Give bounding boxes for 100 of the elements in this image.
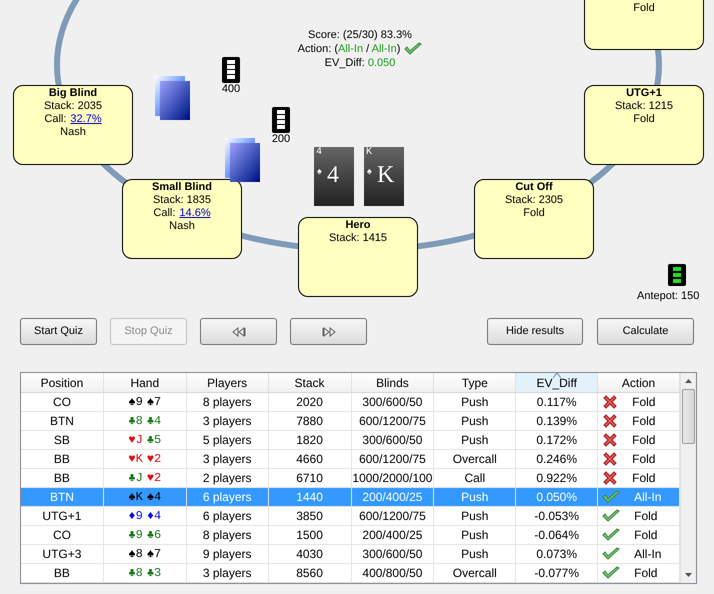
table-cell: 0.139% (516, 412, 598, 431)
card-rank: K (377, 161, 394, 189)
table-cell: 6 players (186, 488, 269, 507)
table-cell: BTN (21, 488, 104, 507)
seat-name: UTG+1 (626, 87, 662, 100)
scroll-thumb[interactable] (682, 389, 695, 444)
table-cell: 8 players (186, 526, 269, 545)
scroll-up-icon[interactable] (685, 379, 692, 383)
seat-name: Hero (345, 219, 371, 232)
fast-forward-icon (322, 326, 336, 336)
table-cell: 300/600/50 (352, 545, 434, 564)
action-text: Fold (634, 527, 658, 544)
action-text: Fold (632, 394, 656, 411)
table-cell: 4030 (268, 545, 352, 564)
table-cell: 0.172% (516, 431, 598, 450)
action-button[interactable]: Calculate (597, 318, 694, 345)
table-row[interactable]: CO ♣9 ♣6 8 players 1500 200/400/25 Push -0.064% Fold (21, 526, 680, 545)
cross-icon (602, 413, 618, 429)
column-header[interactable]: Position (21, 373, 104, 392)
forward-button[interactable] (290, 318, 367, 345)
table-cell: 6 players (186, 507, 269, 526)
table-cell: 600/1200/75 (352, 450, 434, 469)
table-cell: 3 players (186, 450, 269, 469)
table-row[interactable]: BTN ♣8 ♣4 3 players 7880 600/1200/75 Push 0.139% Fold (21, 412, 680, 431)
table-cell: 600/1200/75 (352, 507, 434, 526)
column-header[interactable]: Players (186, 373, 269, 392)
table-cell: 0.073% (516, 545, 598, 564)
scrollbar[interactable] (680, 373, 696, 583)
table-cell: 0.246% (516, 450, 598, 469)
seat-action: Fold (633, 2, 655, 15)
hand-cell: ♥K ♥2 (104, 450, 187, 469)
action-text: Fold (634, 508, 658, 525)
scroll-down-icon[interactable] (685, 573, 692, 577)
table-cell: 3850 (268, 507, 352, 526)
column-header[interactable]: Stack (268, 373, 352, 392)
table-cell: 400/800/50 (352, 564, 434, 583)
table-row[interactable]: BB ♣8 ♣3 3 players 8560 400/800/50 Overcall -0.077% Fold (21, 564, 680, 583)
table-cell: 8 players (186, 393, 269, 412)
table-cell: 5 players (186, 431, 269, 450)
column-header[interactable]: EV_Diff (516, 373, 598, 392)
table-cell: 200/400/25 (352, 526, 434, 545)
bet-amount: 200 (272, 133, 290, 145)
table-cell: 9 players (186, 545, 269, 564)
table-row[interactable]: CO ♠9 ♠7 8 players 2020 300/600/50 Push 0.117% Fold (21, 393, 680, 412)
chip-stack-icon (668, 264, 686, 286)
table-cell: 0.050% (516, 488, 598, 507)
table-row[interactable]: BTN ♠K ♠4 6 players 1440 200/400/25 Push 0.050% All-In (21, 488, 680, 507)
table-cell: CO (21, 393, 104, 412)
card-stack-icon (225, 138, 261, 182)
table-cell: Push (434, 545, 516, 564)
table-cell: UTG+1 (21, 507, 104, 526)
table-cell: 0.117% (516, 393, 598, 412)
hand-cell: ♣8 ♣4 (104, 412, 187, 431)
table-row[interactable]: BB ♥K ♥2 3 players 4660 600/1200/75 Overcall 0.246% Fold (21, 450, 680, 469)
cross-icon (602, 451, 618, 467)
table-cell: BTN (21, 412, 104, 431)
table-cell: -0.064% (516, 526, 598, 545)
seat-action: Fold (523, 207, 545, 220)
call-percent-link[interactable]: 32.7% (70, 113, 102, 126)
table-cell: Overcall (434, 450, 516, 469)
table-cell: 3 players (186, 564, 269, 583)
table-row[interactable]: UTG+3 ♠8 ♠7 9 players 4030 300/600/50 Push 0.073% All-In (21, 545, 680, 564)
table-cell: Push (434, 507, 516, 526)
hand-cell: ♠8 ♠7 (104, 545, 187, 564)
table-cell: 3 players (186, 412, 269, 431)
hand-cell: ♠K ♠4 (104, 488, 187, 507)
cross-icon (602, 432, 618, 448)
table-cell: 1820 (268, 431, 352, 450)
call-percent-link[interactable]: 14.6% (179, 207, 211, 220)
action-button[interactable]: Start Quiz (20, 318, 97, 345)
table-row[interactable]: SB ♥J ♣5 5 players 1820 300/600/50 Push 0.172% Fold (21, 431, 680, 450)
table-cell: UTG+3 (21, 545, 104, 564)
cross-icon (602, 470, 618, 486)
action-text: All-In (634, 489, 662, 506)
check-icon (602, 547, 620, 561)
seat-action: Nash (169, 220, 195, 233)
seat-name: Small Blind (152, 181, 212, 194)
check-icon (602, 490, 620, 504)
seat-action: Nash (60, 126, 86, 139)
check-icon (602, 528, 620, 542)
seat-name: Big Blind (48, 87, 98, 100)
bet-amount: 400 (222, 83, 240, 95)
hand-cell: ♠9 ♠7 (104, 393, 187, 412)
table-cell: 300/600/50 (352, 431, 434, 450)
action-text: All-In (634, 546, 662, 563)
suit-icon: ♠ (317, 166, 322, 176)
hand-cell: ♦9 ♦4 (104, 507, 187, 526)
seat-stack: Stack: 1415 (328, 232, 388, 245)
table-cell: BB (21, 564, 104, 583)
table-row[interactable]: UTG+1 ♦9 ♦4 6 players 3850 600/1200/75 Push -0.053% Fold (21, 507, 680, 526)
column-header[interactable]: Blinds (352, 373, 434, 392)
table-cell: -0.053% (516, 507, 598, 526)
action-button[interactable]: Hide results (487, 318, 583, 345)
column-header[interactable]: Hand (104, 373, 187, 392)
rewind-button[interactable] (200, 318, 277, 345)
suit-icon: ♠ (367, 166, 372, 176)
hand-cell: ♥J ♣5 (104, 431, 187, 450)
table-cell: 600/1200/75 (352, 412, 434, 431)
seat-stack: Stack: 1835 (152, 194, 212, 207)
table-cell: 200/400/25 (352, 488, 434, 507)
